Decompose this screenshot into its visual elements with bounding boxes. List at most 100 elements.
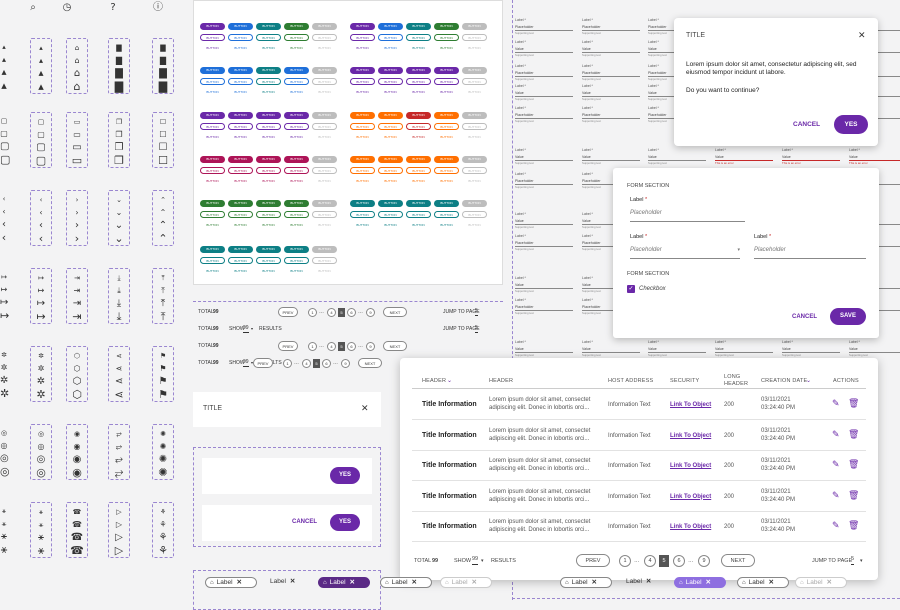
button-sample[interactable]: BUTTON [200, 167, 225, 174]
chip[interactable]: ⌂ Label ✕ [380, 577, 432, 588]
button-sample[interactable]: BUTTON [378, 222, 403, 229]
table-row[interactable]: Title Information Lorem ipsum dolor sit a… [412, 512, 866, 542]
button-sample[interactable]: BUTTON [228, 268, 253, 275]
page-button[interactable]: 4 [302, 358, 311, 368]
page-button[interactable]: 6 [673, 554, 685, 567]
button-sample[interactable]: BUTTON [256, 112, 281, 119]
button-sample[interactable]: BUTTON [406, 78, 431, 85]
button-sample[interactable]: BUTTON [378, 200, 403, 207]
button-sample[interactable]: BUTTON [256, 268, 281, 275]
button-sample[interactable]: BUTTON [200, 200, 225, 207]
close-icon[interactable]: ✕ [858, 30, 866, 41]
button-sample[interactable]: BUTTON [228, 178, 253, 185]
button-sample[interactable]: BUTTON [434, 112, 459, 119]
button-sample[interactable]: BUTTON [406, 178, 431, 185]
button-sample[interactable]: BUTTON [228, 134, 253, 141]
button-sample[interactable]: BUTTON [350, 67, 375, 74]
field-placeholder[interactable]: Placeholder [515, 304, 573, 311]
form-field[interactable]: Label * ValueSupporting text [782, 340, 842, 357]
close-icon[interactable]: ✕ [350, 579, 355, 586]
column-header[interactable]: HEADER [422, 378, 446, 384]
next-button[interactable]: NEXT [721, 554, 755, 567]
form-field[interactable]: Label * ValueSupporting text [849, 340, 900, 357]
close-icon[interactable]: ✕ [472, 579, 477, 586]
button-sample[interactable]: BUTTON [200, 123, 225, 130]
page-button[interactable]: 4 [327, 307, 336, 317]
chip[interactable]: ⌂ Label ✕ [440, 577, 492, 588]
button-sample[interactable]: BUTTON [462, 156, 487, 163]
object-link[interactable]: Link To Object [670, 401, 711, 409]
field-placeholder[interactable]: Placeholder [515, 240, 573, 247]
page-current[interactable]: 5 [313, 358, 320, 368]
object-link[interactable]: Link To Object [670, 493, 711, 501]
object-link[interactable]: Link To Object [670, 462, 711, 470]
button-sample[interactable]: BUTTON [378, 123, 403, 130]
jump-select[interactable]: 5 [475, 324, 478, 333]
button-sample[interactable]: BUTTON [200, 134, 225, 141]
form-field[interactable]: Label * ValueSupporting text [515, 212, 575, 229]
button-sample[interactable]: BUTTON [434, 134, 459, 141]
yes-button[interactable]: YES [330, 514, 360, 531]
button-sample[interactable]: BUTTON [350, 178, 375, 185]
button-sample[interactable]: BUTTON [462, 78, 487, 85]
button-sample[interactable]: BUTTON [284, 112, 309, 119]
button-sample[interactable]: BUTTON [350, 89, 375, 96]
button-sample[interactable]: BUTTON [434, 200, 459, 207]
button-sample[interactable]: BUTTON [462, 34, 487, 41]
next-button[interactable]: NEXT [358, 358, 382, 368]
chip[interactable]: ⌂ Label ✕ [560, 577, 612, 588]
button-sample[interactable]: BUTTON [462, 67, 487, 74]
jump-select[interactable]: 5 [475, 307, 478, 316]
button-sample[interactable]: BUTTON [434, 78, 459, 85]
button-sample[interactable]: BUTTON [350, 23, 375, 30]
button-sample[interactable]: BUTTON [284, 23, 309, 30]
button-sample[interactable]: BUTTON [284, 211, 309, 218]
page-button[interactable]: 1 [283, 358, 292, 368]
button-sample[interactable]: BUTTON [312, 268, 337, 275]
button-sample[interactable]: BUTTON [350, 222, 375, 229]
text-input[interactable]: Placeholder [630, 210, 745, 222]
delete-icon[interactable]: 🗑 [848, 460, 859, 469]
button-sample[interactable]: BUTTON [406, 167, 431, 174]
button-sample[interactable]: BUTTON [462, 112, 487, 119]
button-sample[interactable]: BUTTON [200, 257, 225, 264]
button-sample[interactable]: BUTTON [378, 134, 403, 141]
page-button[interactable]: 4 [644, 554, 656, 567]
button-sample[interactable]: BUTTON [256, 34, 281, 41]
button-sample[interactable]: BUTTON [256, 89, 281, 96]
button-sample[interactable]: BUTTON [462, 89, 487, 96]
button-sample[interactable]: BUTTON [406, 67, 431, 74]
yes-button[interactable]: YES [834, 115, 868, 134]
button-sample[interactable]: BUTTON [406, 123, 431, 130]
page-button[interactable]: 9 [341, 358, 350, 368]
chip[interactable]: ⌂ Label ✕ [318, 577, 370, 588]
table-row[interactable]: Title Information Lorem ipsum dolor sit a… [412, 482, 866, 512]
button-sample[interactable]: BUTTON [312, 23, 337, 30]
cancel-button[interactable]: CANCEL [292, 519, 317, 525]
button-sample[interactable]: BUTTON [256, 23, 281, 30]
close-icon[interactable]: ✕ [827, 579, 832, 586]
button-sample[interactable]: BUTTON [228, 200, 253, 207]
button-sample[interactable]: BUTTON [350, 156, 375, 163]
button-sample[interactable]: BUTTON [256, 45, 281, 52]
prev-button[interactable]: PREV [253, 358, 273, 368]
field-value[interactable]: Value [648, 154, 706, 161]
page-button[interactable]: 1 [308, 307, 317, 317]
edit-icon[interactable]: ✎ [832, 460, 840, 469]
button-sample[interactable]: BUTTON [434, 178, 459, 185]
next-button[interactable]: NEXT [383, 307, 407, 317]
button-sample[interactable]: BUTTON [406, 200, 431, 207]
button-sample[interactable]: BUTTON [284, 200, 309, 207]
sort-down-icon[interactable]: ⌄ [447, 377, 452, 384]
table-row[interactable]: Title Information Lorem ipsum dolor sit a… [412, 390, 866, 420]
button-sample[interactable]: BUTTON [378, 78, 403, 85]
button-sample[interactable]: BUTTON [200, 178, 225, 185]
button-sample[interactable]: BUTTON [228, 45, 253, 52]
button-sample[interactable]: BUTTON [406, 156, 431, 163]
button-sample[interactable]: BUTTON [312, 34, 337, 41]
delete-icon[interactable]: 🗑 [848, 429, 859, 438]
form-field[interactable]: Label * ValueSupporting text [582, 148, 642, 165]
page-button[interactable]: 4 [327, 341, 336, 351]
field-placeholder[interactable]: Placeholder [515, 24, 573, 31]
chip[interactable]: Label ✕ [263, 577, 311, 588]
